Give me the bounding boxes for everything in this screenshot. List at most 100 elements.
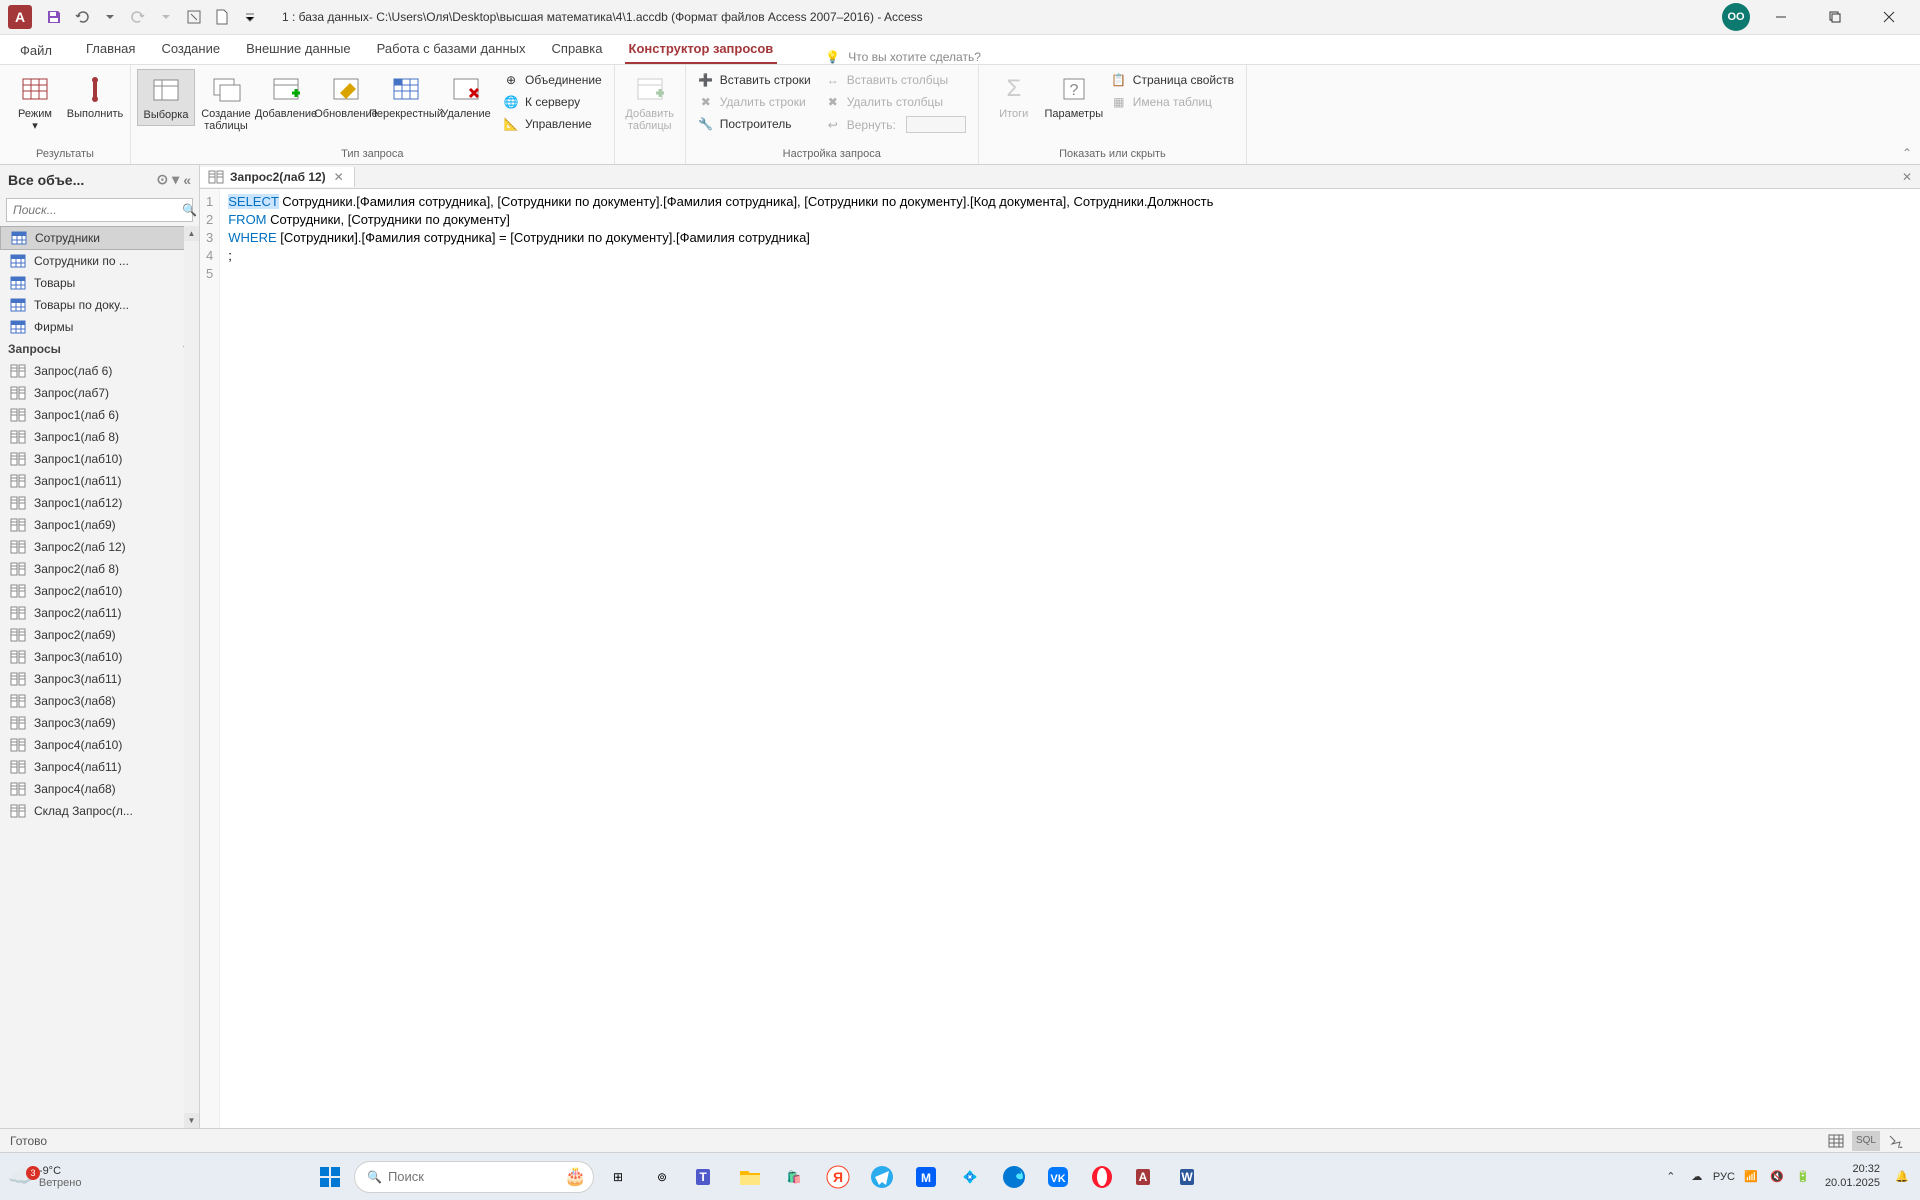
nav-query-item[interactable]: Запрос4(лаб8): [0, 778, 199, 800]
maximize-button[interactable]: [1812, 0, 1858, 35]
app-m-icon[interactable]: M: [906, 1157, 946, 1197]
tab-file[interactable]: Файл: [8, 37, 64, 64]
search-icon[interactable]: 🔍: [176, 203, 203, 217]
nav-query-item[interactable]: Запрос1(лаб10): [0, 448, 199, 470]
nav-query-item[interactable]: Запрос1(лаб 6): [0, 404, 199, 426]
run-button[interactable]: Выполнить: [66, 69, 124, 124]
nav-query-item[interactable]: Запрос2(лаб 12): [0, 536, 199, 558]
minimize-button[interactable]: [1758, 0, 1804, 35]
scroll-up-icon[interactable]: ▲: [184, 226, 199, 241]
vk-icon[interactable]: VK: [1038, 1157, 1078, 1197]
taskbar-search[interactable]: 🔍 🎂: [354, 1161, 594, 1193]
nav-query-item[interactable]: Запрос(лаб 6): [0, 360, 199, 382]
tell-me-search[interactable]: 💡 Что вы хотите сделать?: [825, 50, 981, 64]
edge-icon[interactable]: [994, 1157, 1034, 1197]
scroll-down-icon[interactable]: ▼: [184, 1113, 199, 1128]
nav-query-item[interactable]: Запрос1(лаб 8): [0, 426, 199, 448]
nav-query-item[interactable]: Запрос1(лаб11): [0, 470, 199, 492]
nav-query-item[interactable]: Запрос2(лаб11): [0, 602, 199, 624]
sql-editor[interactable]: 12345 SELECT Сотрудники.[Фамилия сотрудн…: [200, 189, 1920, 1128]
tab-query-design[interactable]: Конструктор запросов: [625, 35, 778, 64]
redo-icon[interactable]: [126, 5, 150, 29]
shutter-button[interactable]: «: [183, 172, 191, 188]
language-indicator[interactable]: РУС: [1713, 1171, 1735, 1183]
append-button[interactable]: Добавление: [257, 69, 315, 124]
user-avatar[interactable]: ОО: [1722, 3, 1750, 31]
select-query-button[interactable]: Выборка: [137, 69, 195, 126]
redo-dropdown-icon[interactable]: [154, 5, 178, 29]
nav-scrollbar[interactable]: ▲ ▼: [184, 226, 199, 1128]
make-table-button[interactable]: Создание таблицы: [197, 69, 255, 136]
nav-query-item[interactable]: Запрос1(лаб9): [0, 514, 199, 536]
notifications-icon[interactable]: 🔔: [1892, 1167, 1912, 1187]
nav-query-item[interactable]: Запрос3(лаб8): [0, 690, 199, 712]
tab-help[interactable]: Справка: [548, 35, 607, 64]
nav-table-item[interactable]: Фирмы: [0, 316, 199, 338]
clock[interactable]: 20:32 20.01.2025: [1819, 1163, 1886, 1189]
close-tab-button[interactable]: ✕: [332, 170, 346, 184]
qat-customize-icon[interactable]: [238, 5, 262, 29]
battery-icon[interactable]: 🔋: [1793, 1167, 1813, 1187]
nav-search[interactable]: 🔍: [6, 198, 193, 222]
tab-database-tools[interactable]: Работа с базами данных: [373, 35, 530, 64]
delete-button[interactable]: Удаление: [437, 69, 495, 124]
builder-button[interactable]: 🔧Построитель: [692, 113, 817, 135]
nav-query-item[interactable]: Запрос4(лаб11): [0, 756, 199, 778]
nav-table-item[interactable]: Сотрудники: [0, 226, 199, 250]
start-button[interactable]: [310, 1157, 350, 1197]
view-button[interactable]: Режим▾: [6, 69, 64, 136]
data-definition-button[interactable]: 📐Управление: [497, 113, 608, 135]
nav-query-item[interactable]: Запрос4(лаб10): [0, 734, 199, 756]
crosstab-button[interactable]: Перекрестный: [377, 69, 435, 124]
tab-external-data[interactable]: Внешние данные: [242, 35, 355, 64]
explorer-icon[interactable]: [730, 1157, 770, 1197]
close-button[interactable]: [1866, 0, 1912, 35]
new-icon[interactable]: [210, 5, 234, 29]
document-tab[interactable]: Запрос2(лаб 12) ✕: [200, 167, 355, 187]
access-taskbar-icon[interactable]: A: [1126, 1157, 1166, 1197]
sql-view-button[interactable]: SQL: [1852, 1131, 1880, 1151]
nav-query-item[interactable]: Запрос3(лаб9): [0, 712, 199, 734]
copilot-icon[interactable]: ⊚: [642, 1157, 682, 1197]
sql-code[interactable]: SELECT Сотрудники.[Фамилия сотрудника], …: [220, 189, 1221, 1128]
nav-query-item[interactable]: Запрос3(лаб11): [0, 668, 199, 690]
design-view-button[interactable]: [1882, 1131, 1910, 1151]
update-button[interactable]: Обновление: [317, 69, 375, 124]
task-view-button[interactable]: ⊞: [598, 1157, 638, 1197]
opera-icon[interactable]: [1082, 1157, 1122, 1197]
property-sheet-button[interactable]: 📋Страница свойств: [1105, 69, 1240, 91]
wifi-icon[interactable]: 📶: [1741, 1167, 1761, 1187]
nav-header-dropdown[interactable]: ⊙ ▾ «: [156, 171, 191, 188]
undo-icon[interactable]: [70, 5, 94, 29]
yandex-icon[interactable]: Я: [818, 1157, 858, 1197]
nav-table-item[interactable]: Товары: [0, 272, 199, 294]
save-icon[interactable]: [42, 5, 66, 29]
collapse-ribbon-button[interactable]: ⌃: [1902, 146, 1912, 160]
nav-category-queries[interactable]: Запросы⌃: [0, 338, 199, 360]
word-icon[interactable]: W: [1170, 1157, 1210, 1197]
nav-query-item[interactable]: Запрос2(лаб9): [0, 624, 199, 646]
taskbar-search-input[interactable]: [388, 1169, 564, 1184]
touch-mode-icon[interactable]: [182, 5, 206, 29]
parameters-button[interactable]: ? Параметры: [1045, 69, 1103, 124]
undo-dropdown-icon[interactable]: [98, 5, 122, 29]
nav-query-item[interactable]: Запрос(лаб7): [0, 382, 199, 404]
close-all-button[interactable]: ✕: [1894, 170, 1920, 184]
nav-query-item[interactable]: Запрос1(лаб12): [0, 492, 199, 514]
weather-widget[interactable]: ☁️ 3 -9°C Ветрено: [8, 1164, 128, 1189]
store-icon[interactable]: 🛍️: [774, 1157, 814, 1197]
tab-create[interactable]: Создание: [157, 35, 224, 64]
nav-query-item[interactable]: Склад Запрос(л...: [0, 800, 199, 822]
nav-query-item[interactable]: Запрос3(лаб10): [0, 646, 199, 668]
telegram-icon[interactable]: [862, 1157, 902, 1197]
tab-home[interactable]: Главная: [82, 35, 139, 64]
nav-header[interactable]: Все объе... ⊙ ▾ «: [0, 165, 199, 194]
nav-query-item[interactable]: Запрос2(лаб10): [0, 580, 199, 602]
tray-overflow-icon[interactable]: ⌃: [1661, 1167, 1681, 1187]
teams-icon[interactable]: T: [686, 1157, 726, 1197]
nav-search-input[interactable]: [7, 199, 176, 221]
datasheet-view-button[interactable]: [1822, 1131, 1850, 1151]
union-button[interactable]: ⊕Объединение: [497, 69, 608, 91]
vscode-icon[interactable]: 💠: [950, 1157, 990, 1197]
passthrough-button[interactable]: 🌐К серверу: [497, 91, 608, 113]
